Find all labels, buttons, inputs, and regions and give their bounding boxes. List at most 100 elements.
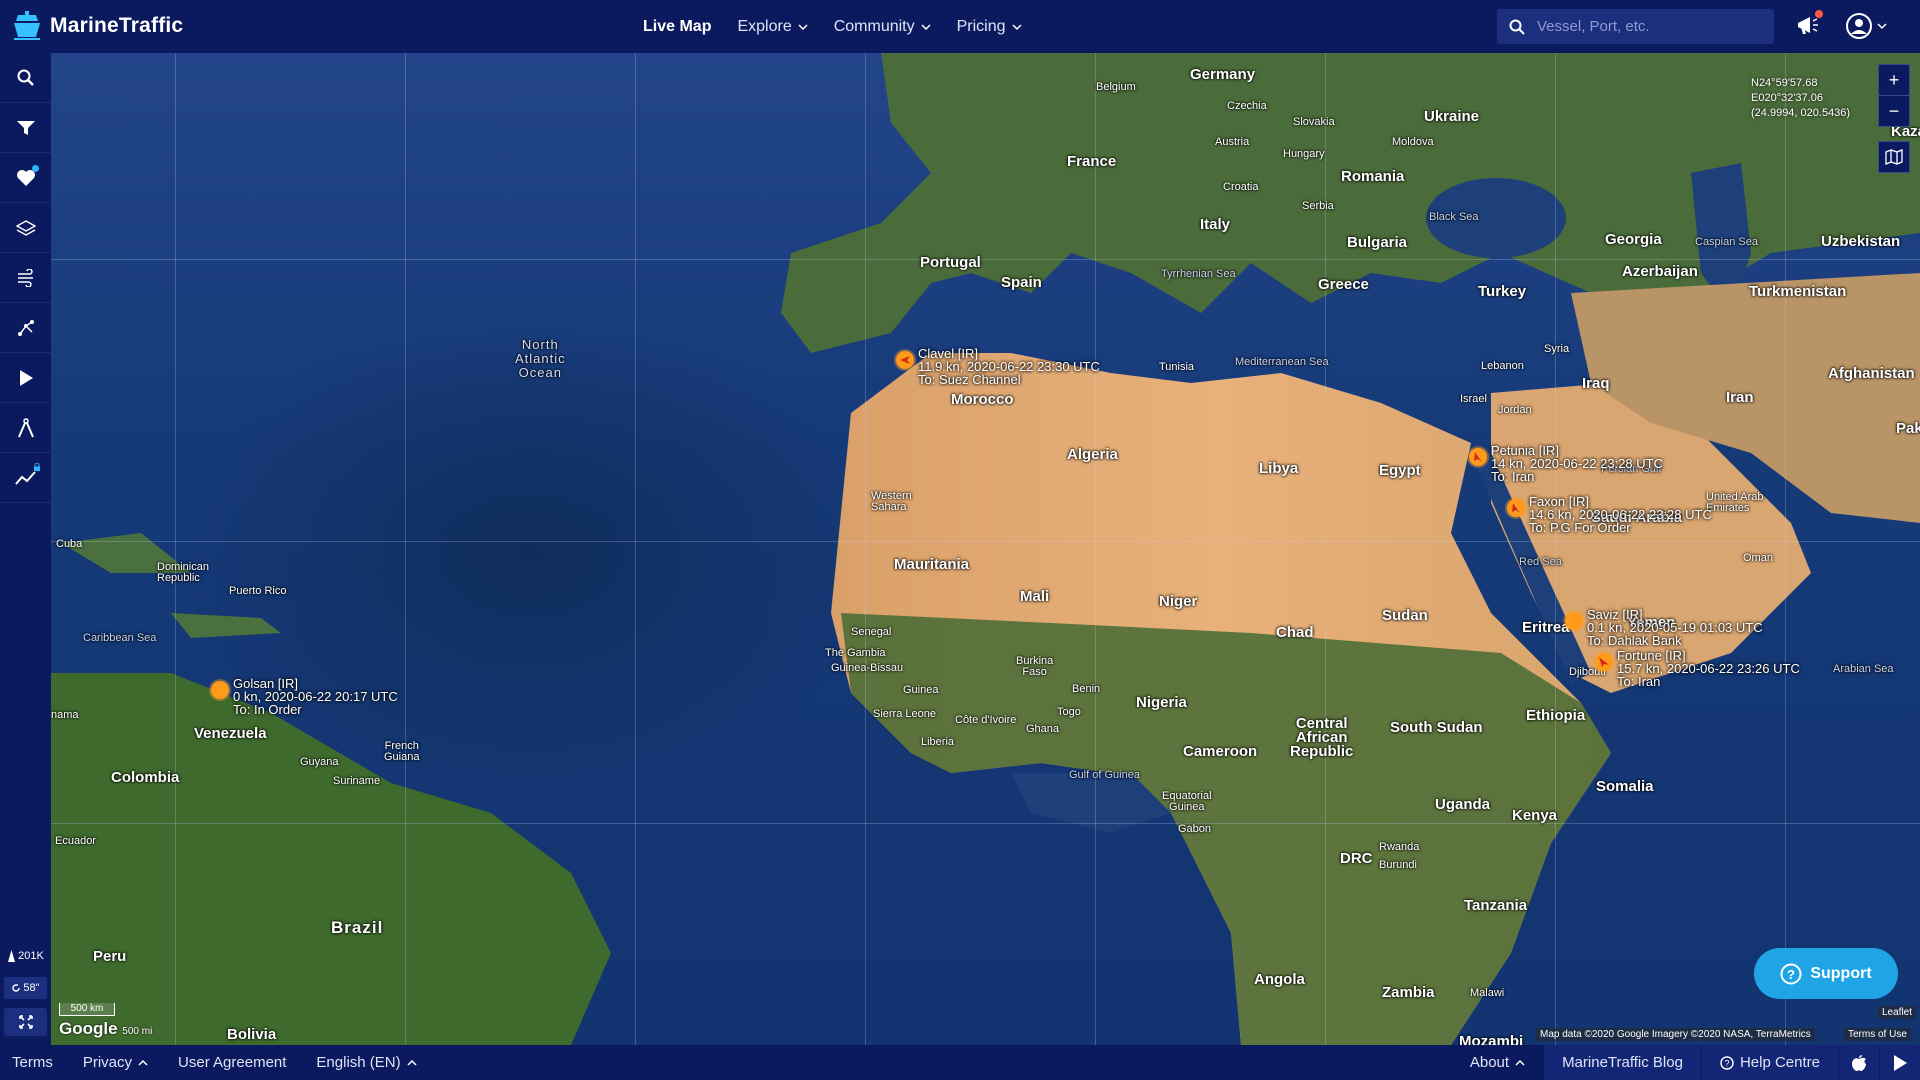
place-label: Azerbaijan: [1622, 263, 1698, 280]
place-label: Pak: [1896, 420, 1920, 437]
footer-terms-label: Terms: [12, 1054, 53, 1071]
user-account-icon: [1846, 13, 1872, 39]
sidebar-fleets-button[interactable]: [0, 153, 51, 203]
sidebar-playback-button[interactable]: [0, 353, 51, 403]
zoom-out-button[interactable]: −: [1878, 95, 1910, 127]
leaflet-attribution[interactable]: Leaflet: [1878, 1006, 1917, 1019]
sidebar-measure-button[interactable]: [0, 303, 51, 353]
place-label: The Gambia: [825, 647, 886, 659]
nav-explore[interactable]: Explore: [737, 18, 808, 36]
sidebar-filter-button[interactable]: [0, 103, 51, 153]
place-label: Bolivia: [227, 1026, 277, 1043]
place-label: French Guiana: [384, 740, 420, 763]
place-label: Central African Republic: [1290, 715, 1354, 760]
place-label: Ethiopia: [1526, 707, 1586, 724]
vessel-info: Saviz [IR] 0.1 kn, 2020-05-19 01:03 UTC …: [1587, 608, 1763, 647]
announcements-button[interactable]: [1795, 10, 1823, 43]
coord-decimal: (24.9994, 020.5436): [1751, 107, 1851, 119]
vessel-destination: To: Suez Channel: [918, 372, 1021, 387]
ios-app-link[interactable]: [1838, 1045, 1879, 1080]
place-label: Ecuador: [55, 835, 96, 847]
live-map[interactable]: Germany Belgium Czechia Slovakia Ukraine…: [51, 53, 1920, 1045]
place-label: Oman: [1743, 552, 1773, 564]
place-label: Uzbekistan: [1821, 233, 1901, 250]
place-label: Egypt: [1379, 462, 1421, 479]
android-app-link[interactable]: [1879, 1045, 1920, 1080]
vessel-icon: [8, 950, 16, 962]
fullscreen-button[interactable]: [4, 1008, 47, 1036]
nav-live-map-label: Live Map: [643, 17, 712, 35]
chevron-down-icon: [1877, 23, 1887, 30]
chevron-up-icon: [1515, 1059, 1525, 1066]
search-input[interactable]: [1535, 17, 1759, 36]
sea-label: Caribbean Sea: [83, 632, 157, 644]
nav-pricing[interactable]: Pricing: [957, 18, 1022, 36]
place-label: Lebanon: [1481, 360, 1524, 372]
place-label: Zambia: [1382, 984, 1435, 1001]
sea-label: Red Sea: [1519, 556, 1562, 568]
nav-live-map[interactable]: Live Map: [643, 18, 711, 36]
sea-label: Arabian Sea: [1833, 663, 1894, 675]
footer-user-agreement-label: User Agreement: [178, 1054, 287, 1071]
nav-community[interactable]: Community: [834, 18, 931, 36]
footer-terms-link[interactable]: Terms: [12, 1054, 53, 1071]
support-button[interactable]: ? Support: [1754, 948, 1898, 999]
place-label: Angola: [1254, 971, 1305, 988]
sidebar-analytics-button[interactable]: [0, 453, 51, 503]
place-label: Bulgaria: [1347, 234, 1408, 251]
place-label: Brazil: [331, 918, 384, 937]
vessel-destination: To: Iran: [1617, 674, 1661, 689]
svg-text:?: ?: [1787, 967, 1795, 982]
footer-user-agreement-link[interactable]: User Agreement: [178, 1054, 286, 1071]
vessel-search-box: [1497, 9, 1774, 44]
footer-privacy-label: Privacy: [82, 1054, 133, 1071]
apple-icon: [1852, 1054, 1866, 1071]
sea-label: Mediterranean Sea: [1235, 356, 1329, 368]
chart-line-icon: [14, 470, 36, 485]
graticule-line: [175, 53, 176, 1045]
nav-community-label: Community: [833, 17, 915, 35]
zoom-in-button[interactable]: +: [1878, 64, 1910, 96]
footer-about-menu[interactable]: About: [1452, 1045, 1543, 1080]
place-label: Guinea-Bissau: [831, 662, 904, 674]
place-label: Iran: [1726, 389, 1754, 406]
coord-lon: E020°32'37.06: [1751, 92, 1823, 104]
graticule-line: [51, 259, 1920, 260]
sidebar-layers-button[interactable]: [0, 203, 51, 253]
place-label: Suriname: [333, 775, 381, 787]
vessel-info: Petunia [IR] 14 kn, 2020-06-22 23:28 UTC…: [1491, 444, 1663, 483]
footer-privacy-link[interactable]: Privacy: [83, 1054, 148, 1071]
map-type-button[interactable]: [1878, 141, 1910, 173]
place-label: Turkmenistan: [1749, 283, 1847, 300]
terms-of-use-link[interactable]: Terms of Use: [1844, 1028, 1911, 1041]
footer-language-selector[interactable]: English (EN): [316, 1054, 417, 1071]
place-label: Niger: [1159, 593, 1198, 610]
footer-blog-link[interactable]: MarineTraffic Blog: [1543, 1045, 1701, 1080]
account-menu-button[interactable]: [1845, 12, 1887, 40]
vessel-arrow-icon: [900, 356, 910, 364]
place-label: Kenya: [1512, 807, 1558, 824]
footer-help-centre-link[interactable]: ? Help Centre: [1700, 1045, 1838, 1080]
place-label: Senegal: [851, 626, 892, 638]
sidebar-weather-button[interactable]: [0, 253, 51, 303]
marinetraffic-logo[interactable]: MarineTraffic: [10, 8, 183, 44]
help-circle-icon: ?: [1780, 963, 1802, 984]
wind-icon: [17, 268, 33, 287]
vessel-dot: [1595, 653, 1613, 671]
notification-dot: [1815, 10, 1823, 18]
zoom-out-label: −: [1888, 100, 1900, 121]
footer-blog-label: MarineTraffic Blog: [1562, 1054, 1683, 1071]
place-label: Slovakia: [1293, 116, 1335, 128]
sidebar-search-button[interactable]: [0, 53, 51, 103]
footer-help-label: Help Centre: [1739, 1054, 1820, 1071]
fullscreen-icon: [18, 1015, 33, 1029]
refresh-icon: [12, 984, 21, 992]
chevron-up-icon: [407, 1059, 417, 1066]
place-label: Greece: [1318, 276, 1369, 293]
place-label: Croatia: [1223, 181, 1259, 193]
refresh-timer[interactable]: 58": [4, 977, 47, 999]
place-label: nama: [51, 709, 79, 721]
sea-label: Black Sea: [1429, 211, 1479, 223]
sidebar-draw-button[interactable]: [0, 403, 51, 453]
place-label: Belgium: [1096, 81, 1136, 93]
